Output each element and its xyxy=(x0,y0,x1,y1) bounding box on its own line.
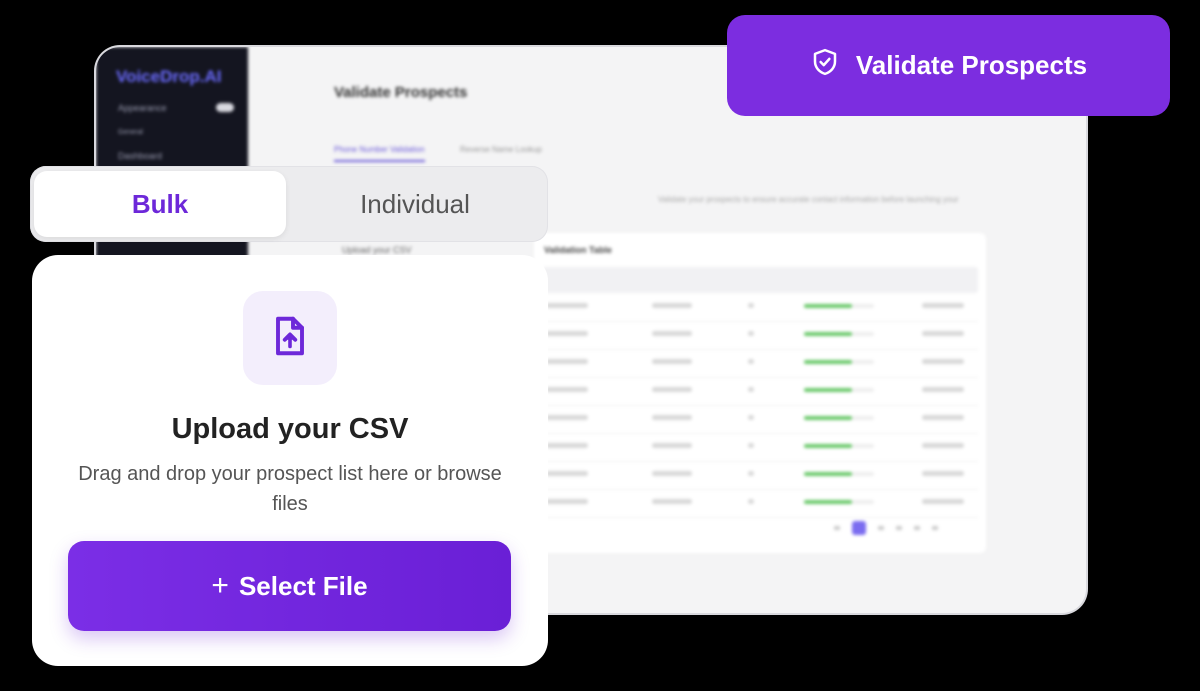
select-file-label: Select File xyxy=(238,570,368,601)
table-row xyxy=(542,489,978,518)
upload-title: Upload your CSV xyxy=(171,413,409,445)
background-brand: VoiceDrop.AI xyxy=(116,67,222,87)
sidebar-section-label: General xyxy=(118,129,143,136)
table-row xyxy=(542,293,978,322)
sidebar-item-dashboard: Dashboard xyxy=(118,151,163,161)
appearance-label: Appearance xyxy=(118,103,167,113)
background-pagination xyxy=(834,521,938,535)
upload-card[interactable]: Upload your CSV Drag and drop your prosp… xyxy=(32,255,548,666)
appearance-toggle xyxy=(216,103,234,112)
upload-icon-container xyxy=(243,291,337,385)
background-validation-table: Validation Table xyxy=(534,233,986,553)
background-table-title: Validation Table xyxy=(544,245,612,255)
upload-subtitle: Drag and drop your prospect list here or… xyxy=(78,463,502,515)
validate-prospects-button[interactable]: Validate Prospects xyxy=(727,15,1170,116)
table-row xyxy=(542,405,978,434)
background-table-header xyxy=(542,267,978,293)
select-file-button[interactable]: + Select File xyxy=(68,541,511,631)
table-row xyxy=(542,349,978,378)
background-description: Validate your prospects to ensure accura… xyxy=(658,195,959,204)
table-row xyxy=(542,377,978,406)
table-row xyxy=(542,461,978,490)
background-tab-reverse: Reverse Name Lookup xyxy=(460,145,542,154)
file-upload-icon xyxy=(271,315,309,362)
background-tab-phone: Phone Number Validation xyxy=(334,145,425,162)
validate-prospects-label: Validate Prospects xyxy=(855,50,1088,80)
brand-suffix: .AI xyxy=(199,67,222,86)
table-row xyxy=(542,321,978,350)
tab-individual[interactable]: Individual xyxy=(286,171,544,237)
tab-bulk[interactable]: Bulk xyxy=(34,171,286,237)
table-row xyxy=(542,433,978,462)
shield-check-icon xyxy=(810,47,840,84)
mode-segmented-control: Bulk Individual xyxy=(30,166,548,242)
background-page-title: Validate Prospects xyxy=(334,84,468,101)
plus-icon: + xyxy=(211,569,229,602)
background-upload-text: Upload your CSV xyxy=(342,245,412,255)
brand-name: VoiceDrop xyxy=(116,67,200,86)
